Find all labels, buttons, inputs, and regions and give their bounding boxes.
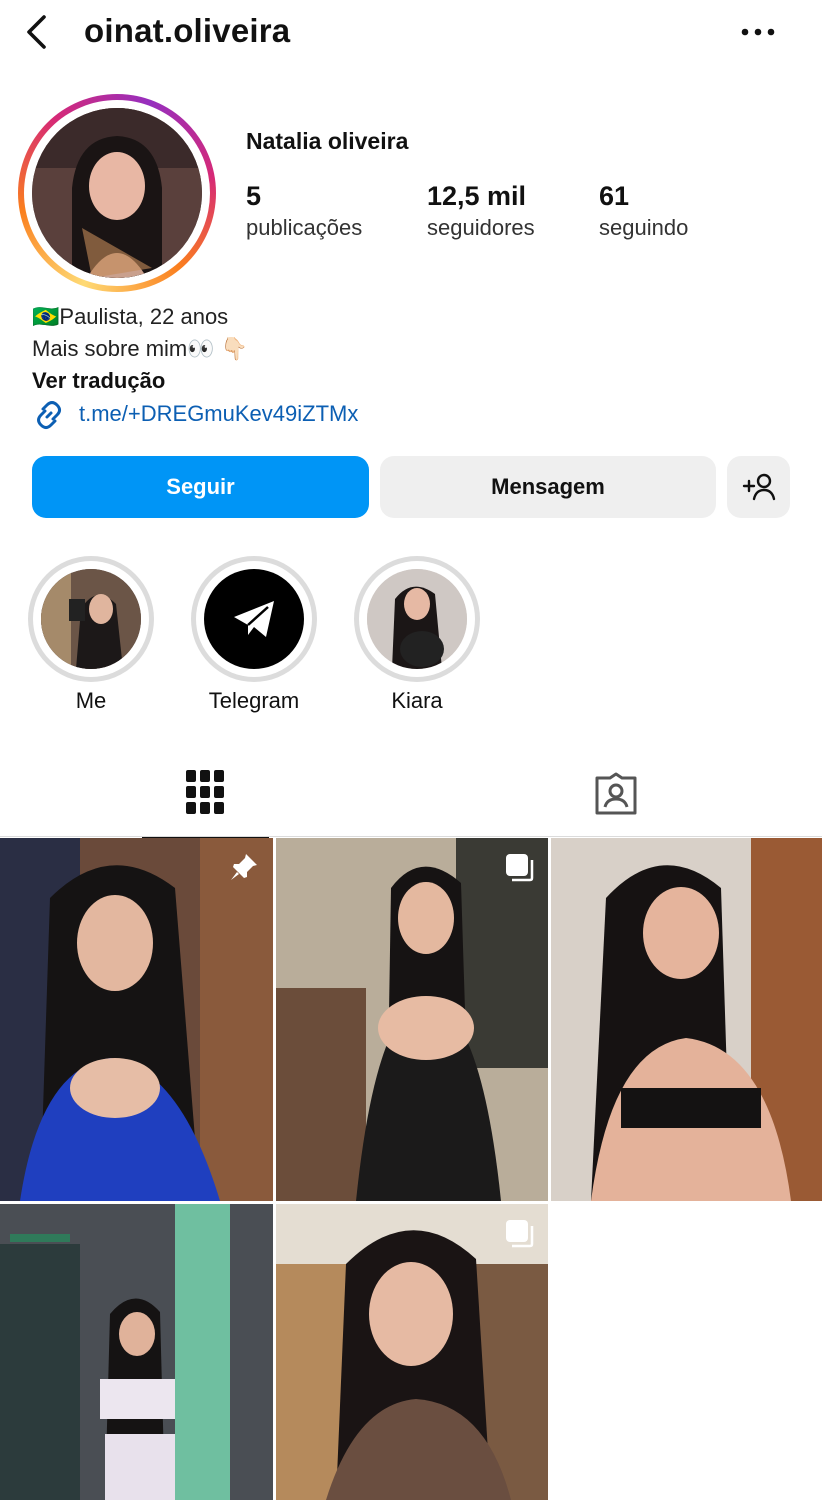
highlight-me-thumbnail bbox=[41, 569, 141, 669]
follow-button[interactable]: Seguir bbox=[32, 456, 369, 518]
grid-icon bbox=[186, 770, 224, 814]
display-name: Natalia oliveira bbox=[246, 128, 409, 154]
followers-label[interactable]: seguidores bbox=[427, 215, 535, 241]
follow-button-label: Seguir bbox=[166, 474, 235, 499]
following-label[interactable]: seguindo bbox=[599, 215, 688, 241]
post-image bbox=[276, 1204, 548, 1500]
post-tile[interactable] bbox=[0, 838, 273, 1201]
profile-username: oinat.oliveira bbox=[84, 12, 291, 49]
post-image bbox=[276, 838, 548, 1201]
highlight-label: Kiara bbox=[391, 688, 443, 713]
highlight-kiara-thumbnail bbox=[367, 569, 467, 669]
avatar[interactable] bbox=[32, 108, 202, 278]
post-tile[interactable] bbox=[551, 838, 822, 1201]
highlight-me[interactable] bbox=[28, 556, 154, 682]
followers-count[interactable]: 12,5 mil bbox=[427, 181, 526, 212]
highlight-telegram[interactable] bbox=[191, 556, 317, 682]
highlight-kiara[interactable] bbox=[354, 556, 480, 682]
post-tile[interactable] bbox=[276, 1204, 548, 1500]
bio-line: Mais sobre mim👀 👇🏻 bbox=[32, 336, 249, 361]
back-arrow-icon[interactable] bbox=[22, 14, 56, 50]
more-options-icon[interactable] bbox=[736, 20, 780, 44]
post-image bbox=[0, 1204, 273, 1500]
tabs-divider bbox=[0, 836, 822, 837]
highlight-label: Me bbox=[75, 688, 107, 713]
highlight-label: Telegram bbox=[208, 688, 300, 713]
add-person-icon bbox=[742, 473, 775, 501]
post-image bbox=[0, 838, 273, 1201]
pin-icon bbox=[231, 854, 257, 880]
post-image bbox=[551, 838, 822, 1201]
message-button[interactable]: Mensagem bbox=[380, 456, 716, 518]
post-tile[interactable] bbox=[0, 1204, 273, 1500]
carousel-icon bbox=[506, 1220, 534, 1248]
message-button-label: Mensagem bbox=[491, 474, 605, 499]
see-translation-link[interactable]: Ver tradução bbox=[32, 368, 165, 394]
following-count[interactable]: 61 bbox=[599, 181, 629, 212]
tab-posts-grid[interactable] bbox=[142, 752, 269, 839]
tab-tagged[interactable] bbox=[553, 752, 680, 836]
telegram-icon bbox=[234, 601, 274, 637]
tagged-person-icon bbox=[595, 772, 637, 815]
posts-count[interactable]: 5 bbox=[246, 181, 261, 212]
posts-label[interactable]: publicações bbox=[246, 215, 362, 241]
suggested-users-button[interactable] bbox=[727, 456, 790, 518]
bio-line: 🇧🇷Paulista, 22 anos bbox=[32, 304, 229, 329]
carousel-icon bbox=[506, 854, 534, 882]
post-tile[interactable] bbox=[276, 838, 548, 1201]
bio-link[interactable]: t.me/+DREGmuKev49iZTMx bbox=[79, 401, 358, 427]
link-icon bbox=[37, 401, 61, 429]
